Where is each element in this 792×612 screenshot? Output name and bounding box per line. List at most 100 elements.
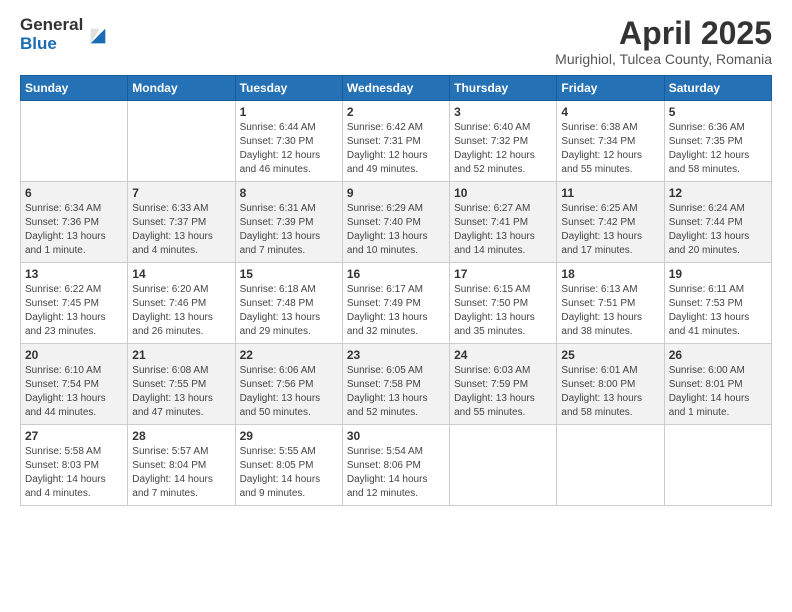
day-info: Sunrise: 6:00 AM Sunset: 8:01 PM Dayligh…	[669, 364, 767, 420]
day-header: Friday	[557, 76, 664, 101]
day-cell: 1 Sunrise: 6:44 AM Sunset: 7:30 PM Daylig…	[235, 101, 342, 182]
day-info: Sunrise: 6:44 AM Sunset: 7:30 PM Dayligh…	[240, 121, 338, 177]
day-info: Sunrise: 6:33 AM Sunset: 7:37 PM Dayligh…	[132, 202, 230, 258]
day-cell: 19 Sunrise: 6:11 AM Sunset: 7:53 PM Dayli…	[664, 263, 771, 344]
day-cell: 7Sunrise: 6:33 AM Sunset: 7:37 PM Daylig…	[128, 182, 235, 263]
day-cell	[664, 425, 771, 506]
day-info: Sunrise: 6:15 AM Sunset: 7:50 PM Dayligh…	[454, 283, 552, 339]
day-cell: 23 Sunrise: 6:05 AM Sunset: 7:58 PM Dayli…	[342, 344, 449, 425]
day-cell	[557, 425, 664, 506]
day-info: Sunrise: 6:40 AM Sunset: 7:32 PM Dayligh…	[454, 121, 552, 177]
day-header: Sunday	[21, 76, 128, 101]
day-number: 1	[240, 105, 338, 119]
day-number: 29	[240, 429, 338, 443]
calendar-table: SundayMondayTuesdayWednesdayThursdayFrid…	[20, 75, 772, 506]
day-info: Sunrise: 6:05 AM Sunset: 7:58 PM Dayligh…	[347, 364, 445, 420]
day-header: Wednesday	[342, 76, 449, 101]
day-number: 15	[240, 267, 338, 281]
day-number: 20	[25, 348, 123, 362]
day-info: Sunrise: 5:55 AM Sunset: 8:05 PM Dayligh…	[240, 445, 338, 501]
logo-general: General	[20, 16, 83, 35]
day-number: 8	[240, 186, 338, 200]
day-cell: 20 Sunrise: 6:10 AM Sunset: 7:54 PM Dayli…	[21, 344, 128, 425]
day-info: Sunrise: 6:34 AM Sunset: 7:36 PM Dayligh…	[25, 202, 123, 258]
day-number: 14	[132, 267, 230, 281]
day-number: 24	[454, 348, 552, 362]
day-number: 3	[454, 105, 552, 119]
day-number: 5	[669, 105, 767, 119]
day-header: Thursday	[450, 76, 557, 101]
week-row: 27 Sunrise: 5:58 AM Sunset: 8:03 PM Dayli…	[21, 425, 772, 506]
day-info: Sunrise: 5:58 AM Sunset: 8:03 PM Dayligh…	[25, 445, 123, 501]
day-cell	[128, 101, 235, 182]
day-info: Sunrise: 6:06 AM Sunset: 7:56 PM Dayligh…	[240, 364, 338, 420]
day-number: 27	[25, 429, 123, 443]
day-number: 30	[347, 429, 445, 443]
day-info: Sunrise: 6:03 AM Sunset: 7:59 PM Dayligh…	[454, 364, 552, 420]
day-number: 25	[561, 348, 659, 362]
day-info: Sunrise: 6:36 AM Sunset: 7:35 PM Dayligh…	[669, 121, 767, 177]
page: General Blue April 2025 Murighiol, Tulce…	[0, 0, 792, 612]
day-info: Sunrise: 6:29 AM Sunset: 7:40 PM Dayligh…	[347, 202, 445, 258]
day-cell: 29 Sunrise: 5:55 AM Sunset: 8:05 PM Dayli…	[235, 425, 342, 506]
day-number: 19	[669, 267, 767, 281]
day-number: 23	[347, 348, 445, 362]
day-cell: 3 Sunrise: 6:40 AM Sunset: 7:32 PM Daylig…	[450, 101, 557, 182]
day-cell: 13 Sunrise: 6:22 AM Sunset: 7:45 PM Dayli…	[21, 263, 128, 344]
day-header: Monday	[128, 76, 235, 101]
day-cell	[21, 101, 128, 182]
day-cell: 16Sunrise: 6:17 AM Sunset: 7:49 PM Dayli…	[342, 263, 449, 344]
logo-blue: Blue	[20, 35, 83, 54]
day-cell: 5 Sunrise: 6:36 AM Sunset: 7:35 PM Daylig…	[664, 101, 771, 182]
day-cell: 30 Sunrise: 5:54 AM Sunset: 8:06 PM Dayli…	[342, 425, 449, 506]
day-number: 2	[347, 105, 445, 119]
day-info: Sunrise: 6:20 AM Sunset: 7:46 PM Dayligh…	[132, 283, 230, 339]
day-cell: 11Sunrise: 6:25 AM Sunset: 7:42 PM Dayli…	[557, 182, 664, 263]
day-cell	[450, 425, 557, 506]
day-cell: 25 Sunrise: 6:01 AM Sunset: 8:00 PM Dayli…	[557, 344, 664, 425]
day-cell: 24 Sunrise: 6:03 AM Sunset: 7:59 PM Dayli…	[450, 344, 557, 425]
day-info: Sunrise: 6:01 AM Sunset: 8:00 PM Dayligh…	[561, 364, 659, 420]
logo: General Blue	[20, 16, 109, 53]
day-info: Sunrise: 6:13 AM Sunset: 7:51 PM Dayligh…	[561, 283, 659, 339]
day-number: 6	[25, 186, 123, 200]
day-info: Sunrise: 6:25 AM Sunset: 7:42 PM Dayligh…	[561, 202, 659, 258]
day-info: Sunrise: 6:42 AM Sunset: 7:31 PM Dayligh…	[347, 121, 445, 177]
day-number: 21	[132, 348, 230, 362]
calendar-title: April 2025	[555, 16, 772, 51]
day-header: Tuesday	[235, 76, 342, 101]
week-row: 6 Sunrise: 6:34 AM Sunset: 7:36 PM Daylig…	[21, 182, 772, 263]
day-cell: 12Sunrise: 6:24 AM Sunset: 7:44 PM Dayli…	[664, 182, 771, 263]
day-info: Sunrise: 5:57 AM Sunset: 8:04 PM Dayligh…	[132, 445, 230, 501]
day-cell: 22 Sunrise: 6:06 AM Sunset: 7:56 PM Dayli…	[235, 344, 342, 425]
day-cell: 17Sunrise: 6:15 AM Sunset: 7:50 PM Dayli…	[450, 263, 557, 344]
day-info: Sunrise: 6:10 AM Sunset: 7:54 PM Dayligh…	[25, 364, 123, 420]
calendar-subtitle: Murighiol, Tulcea County, Romania	[555, 51, 772, 67]
day-number: 12	[669, 186, 767, 200]
day-info: Sunrise: 5:54 AM Sunset: 8:06 PM Dayligh…	[347, 445, 445, 501]
day-number: 10	[454, 186, 552, 200]
day-cell: 18 Sunrise: 6:13 AM Sunset: 7:51 PM Dayli…	[557, 263, 664, 344]
header: General Blue April 2025 Murighiol, Tulce…	[20, 16, 772, 67]
logo-icon	[87, 25, 109, 47]
day-cell: 2 Sunrise: 6:42 AM Sunset: 7:31 PM Daylig…	[342, 101, 449, 182]
day-info: Sunrise: 6:08 AM Sunset: 7:55 PM Dayligh…	[132, 364, 230, 420]
day-number: 13	[25, 267, 123, 281]
day-number: 22	[240, 348, 338, 362]
day-info: Sunrise: 6:22 AM Sunset: 7:45 PM Dayligh…	[25, 283, 123, 339]
day-info: Sunrise: 6:31 AM Sunset: 7:39 PM Dayligh…	[240, 202, 338, 258]
day-cell: 21 Sunrise: 6:08 AM Sunset: 7:55 PM Dayli…	[128, 344, 235, 425]
day-number: 9	[347, 186, 445, 200]
calendar-body: 1 Sunrise: 6:44 AM Sunset: 7:30 PM Daylig…	[21, 101, 772, 506]
day-cell: 28Sunrise: 5:57 AM Sunset: 8:04 PM Dayli…	[128, 425, 235, 506]
day-info: Sunrise: 6:17 AM Sunset: 7:49 PM Dayligh…	[347, 283, 445, 339]
day-cell: 6 Sunrise: 6:34 AM Sunset: 7:36 PM Daylig…	[21, 182, 128, 263]
day-header: Saturday	[664, 76, 771, 101]
header-row: SundayMondayTuesdayWednesdayThursdayFrid…	[21, 76, 772, 101]
day-cell: 14 Sunrise: 6:20 AM Sunset: 7:46 PM Dayli…	[128, 263, 235, 344]
week-row: 13 Sunrise: 6:22 AM Sunset: 7:45 PM Dayli…	[21, 263, 772, 344]
day-number: 18	[561, 267, 659, 281]
day-info: Sunrise: 6:11 AM Sunset: 7:53 PM Dayligh…	[669, 283, 767, 339]
day-cell: 26Sunrise: 6:00 AM Sunset: 8:01 PM Dayli…	[664, 344, 771, 425]
title-area: April 2025 Murighiol, Tulcea County, Rom…	[555, 16, 772, 67]
